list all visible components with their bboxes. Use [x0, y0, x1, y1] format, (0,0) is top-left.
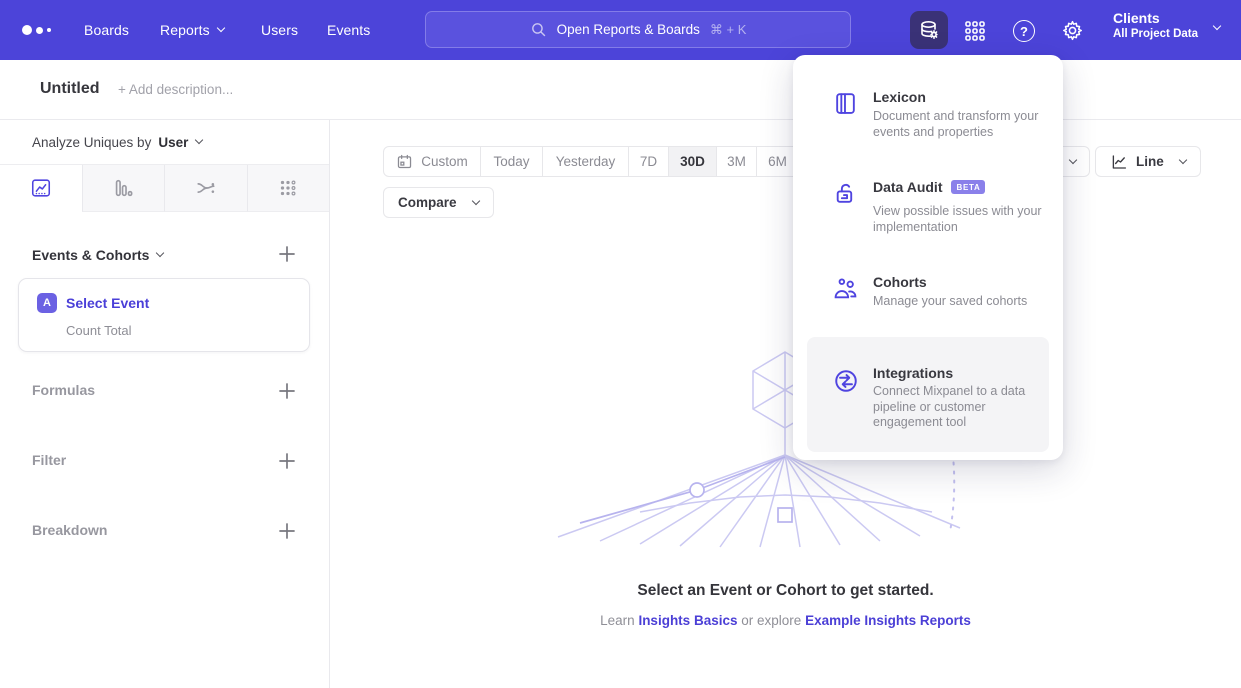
analyze-value-dropdown[interactable]: User [158, 135, 202, 150]
range-6m[interactable]: 6M [756, 147, 798, 176]
range-today[interactable]: Today [480, 147, 542, 176]
query-sidebar: Analyze Uniques by User [0, 120, 330, 688]
search-label: Open Reports & Boards [557, 22, 700, 37]
lexicon-desc: Document and transform your events and p… [873, 109, 1055, 140]
breakdown-label: Breakdown [32, 522, 107, 538]
lexicon-book-icon [833, 91, 858, 116]
event-letter-badge: A [37, 293, 57, 313]
calendar-icon [396, 153, 413, 170]
help-icon: ? [1013, 20, 1035, 42]
nav-reports[interactable]: Reports [160, 0, 224, 60]
count-total-label[interactable]: Count Total [66, 323, 132, 338]
compare-button[interactable]: Compare [383, 187, 494, 218]
data-audit-desc: View possible issues with your implement… [873, 204, 1055, 235]
line-chart-icon [30, 177, 52, 199]
range-3m[interactable]: 3M [716, 147, 756, 176]
project-name: All Project Data [1113, 28, 1198, 40]
beta-badge: BETA [951, 180, 985, 194]
plus-icon [278, 245, 296, 263]
range-7d[interactable]: 7D [628, 147, 668, 176]
dot-grid-icon [277, 177, 299, 199]
report-description-placeholder[interactable]: + Add description... [118, 82, 233, 97]
apps-grid-button[interactable] [963, 19, 987, 43]
formulas-label: Formulas [32, 382, 95, 398]
tab-retention-chart[interactable] [247, 165, 330, 212]
nav-boards[interactable]: Boards [84, 0, 129, 60]
nav-users[interactable]: Users [261, 0, 298, 60]
add-filter-button[interactable] [276, 450, 298, 472]
lexicon-title: Lexicon [873, 89, 926, 105]
add-breakdown-button[interactable] [276, 520, 298, 542]
chevron-down-icon [216, 24, 224, 32]
search-shortcut: ⌘ + K [710, 22, 747, 38]
chart-type-tabs [0, 165, 329, 212]
database-gear-icon [918, 19, 940, 41]
tab-bar-chart[interactable] [82, 165, 165, 212]
empty-state-subtitle: Learn Insights Basics or explore Example… [330, 613, 1241, 628]
example-reports-link[interactable]: Example Insights Reports [805, 613, 971, 628]
help-button[interactable]: ? [1012, 19, 1036, 43]
events-cohorts-header: Events & Cohorts [0, 243, 329, 271]
mixpanel-app: Boards Reports Users Events Open Reports… [0, 0, 1241, 688]
org-name: Clients [1113, 10, 1198, 26]
project-chevron-icon [1213, 22, 1221, 30]
tab-flows-chart[interactable] [164, 165, 247, 212]
plus-icon [278, 382, 296, 400]
breakdown-section: Breakdown [0, 520, 329, 544]
top-nav: Boards Reports Users Events Open Reports… [0, 0, 1241, 60]
global-search[interactable]: Open Reports & Boards ⌘ + K [425, 11, 851, 48]
cohorts-desc: Manage your saved cohorts [873, 294, 1055, 310]
chevron-down-icon [471, 196, 479, 204]
range-yesterday[interactable]: Yesterday [542, 147, 628, 176]
insights-basics-link[interactable]: Insights Basics [638, 613, 737, 628]
events-cohorts-toggle[interactable]: Events & Cohorts [32, 247, 163, 263]
nav-events[interactable]: Events [327, 0, 370, 60]
range-custom[interactable]: Custom [384, 147, 480, 176]
grid-icon [964, 20, 986, 42]
cohorts-title: Cohorts [873, 274, 927, 290]
filter-label: Filter [32, 452, 66, 468]
range-30d[interactable]: 30D [668, 147, 716, 176]
settings-button[interactable] [1060, 18, 1085, 43]
analyze-label: Analyze Uniques by [32, 135, 151, 150]
chevron-down-icon [1179, 155, 1187, 163]
flows-icon [195, 177, 217, 199]
data-management-button[interactable] [910, 11, 948, 49]
empty-state-title: Select an Event or Cohort to get started… [330, 582, 1241, 600]
add-formula-button[interactable] [276, 380, 298, 402]
bar-chart-icon [112, 177, 134, 199]
plus-icon [278, 452, 296, 470]
report-title[interactable]: Untitled [40, 80, 100, 98]
search-icon [530, 21, 547, 38]
add-event-button[interactable] [276, 243, 298, 265]
filter-section: Filter [0, 450, 329, 474]
formulas-section: Formulas [0, 380, 329, 404]
cohorts-people-icon [833, 277, 858, 302]
line-style-icon [1110, 153, 1128, 171]
mixpanel-logo[interactable] [22, 0, 51, 60]
menu-item-integrations[interactable] [807, 337, 1049, 452]
select-event-label[interactable]: Select Event [66, 295, 149, 311]
plus-icon [278, 522, 296, 540]
chevron-down-icon [195, 136, 203, 144]
chevron-down-icon [1068, 156, 1076, 164]
gear-icon [1061, 19, 1084, 42]
data-audit-lock-icon [833, 181, 858, 206]
data-audit-title: Data Audit BETA [873, 179, 985, 195]
chevron-down-icon [156, 249, 164, 257]
project-selector[interactable]: Clients All Project Data [1113, 10, 1198, 40]
tab-insights-line[interactable] [0, 165, 82, 212]
analyze-row: Analyze Uniques by User [0, 120, 329, 165]
chart-style-button[interactable]: Line [1095, 146, 1201, 177]
event-card[interactable]: A Select Event Count Total [18, 278, 310, 352]
data-tools-dropdown: Lexicon Document and transform your even… [793, 55, 1063, 460]
